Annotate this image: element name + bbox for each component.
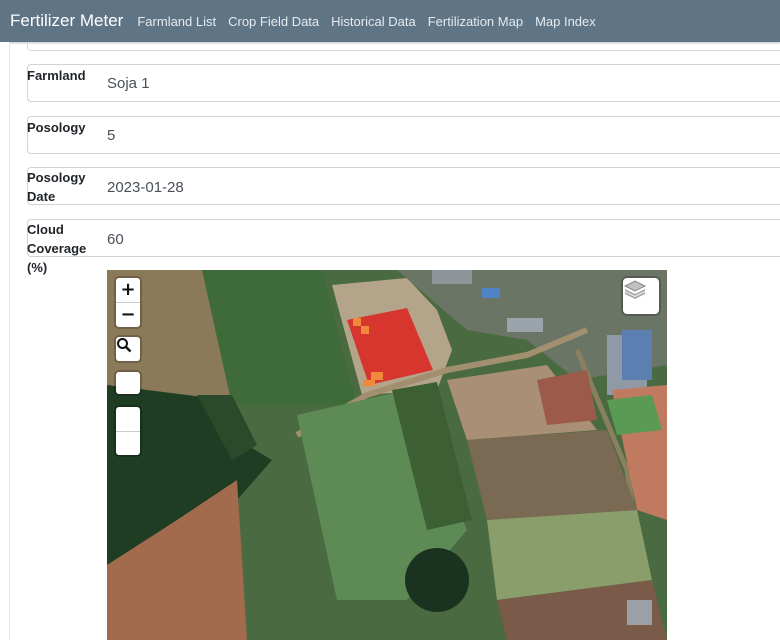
delete-button[interactable]	[116, 431, 140, 456]
edit-button[interactable]	[116, 407, 140, 431]
posology-date-label-line1: Posology	[27, 170, 86, 185]
zoom-out-button[interactable]: −	[116, 302, 140, 327]
posology-label: Posology	[27, 120, 86, 135]
fertilization-map[interactable]: + −	[107, 270, 667, 640]
layers-icon	[623, 280, 647, 299]
nav-fertilization-map[interactable]: Fertilization Map	[428, 14, 523, 29]
zoom-control: + −	[116, 278, 140, 327]
edit-control	[116, 407, 140, 455]
cloud-coverage-label: Cloud Coverage (%)	[27, 220, 97, 277]
draw-control[interactable]	[116, 372, 140, 394]
posology-field[interactable]	[27, 116, 780, 154]
cloud-coverage-label-line2: Coverage	[27, 241, 87, 256]
nav-farmland-list[interactable]: Farmland List	[137, 14, 216, 29]
top-navbar: Fertilizer Meter Farmland List Crop Fiel…	[0, 0, 780, 42]
posology-value: 5	[107, 127, 116, 144]
layers-button[interactable]	[623, 278, 659, 314]
search-button[interactable]	[116, 337, 140, 361]
search-icon	[117, 338, 132, 353]
search-control	[116, 337, 140, 361]
previous-field-edge	[27, 42, 780, 51]
posology-date-label-line2: Date	[27, 189, 56, 204]
zoom-in-button[interactable]: +	[116, 278, 140, 302]
farmland-label: Farmland	[27, 68, 86, 83]
cloud-coverage-label-line3: (%)	[27, 260, 48, 275]
satellite-imagery	[107, 270, 667, 640]
farmland-value: Soja 1	[107, 75, 150, 92]
left-gutter	[0, 42, 10, 640]
nav-crop-field-data[interactable]: Crop Field Data	[228, 14, 319, 29]
nav-map-index[interactable]: Map Index	[535, 14, 596, 29]
cloud-coverage-label-line1: Cloud	[27, 222, 64, 237]
nav-historical-data[interactable]: Historical Data	[331, 14, 416, 29]
brand-title[interactable]: Fertilizer Meter	[10, 11, 123, 31]
posology-date-value: 2023-01-28	[107, 179, 184, 196]
cloud-coverage-field[interactable]	[27, 219, 780, 257]
posology-date-label: Posology Date	[27, 168, 97, 206]
cloud-coverage-value: 60	[107, 231, 124, 248]
